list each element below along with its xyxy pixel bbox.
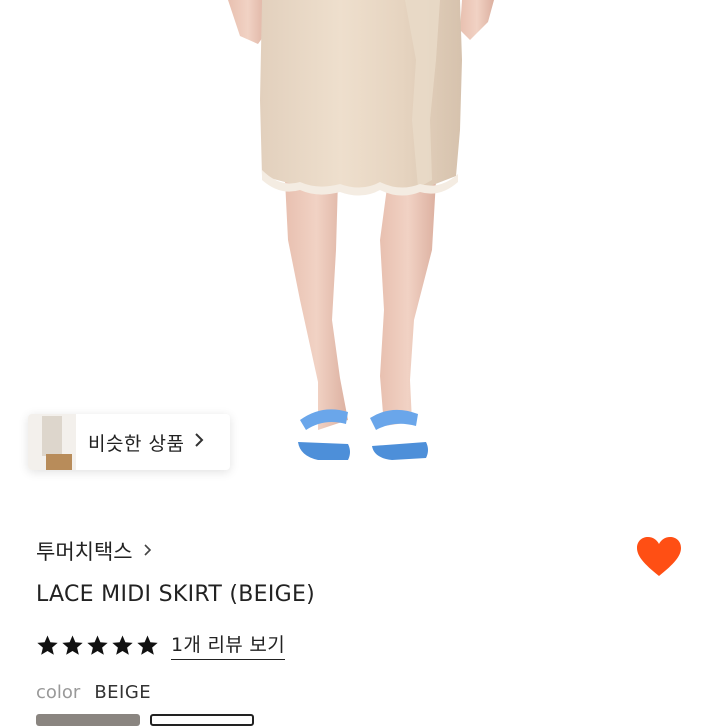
brand-link[interactable]: 투머치택스 [36,536,152,566]
star-icon [87,634,108,655]
star-icon [37,634,58,655]
chevron-right-icon [194,432,204,452]
similar-products-button[interactable]: 비슷한 상품 [28,414,230,470]
heart-icon[interactable] [636,536,682,578]
rating-stars [36,634,161,657]
color-label: color [36,682,81,703]
product-title: LACE MIDI SKIRT (BEIGE) [36,582,316,607]
similar-products-label: 비슷한 상품 [88,432,185,455]
color-swatch-selected[interactable] [150,714,254,726]
brand-name: 투머치택스 [36,540,133,564]
color-value: BEIGE [94,682,152,703]
color-swatch[interactable] [36,714,140,726]
review-link[interactable]: 1개 리뷰 보기 [171,630,285,660]
similar-product-thumbnail [28,414,76,470]
star-icon [62,634,83,655]
chevron-right-icon [143,542,152,561]
star-icon [137,634,158,655]
color-row: color BEIGE [36,682,151,703]
rating-row: 1개 리뷰 보기 [36,630,285,660]
star-icon [112,634,133,655]
